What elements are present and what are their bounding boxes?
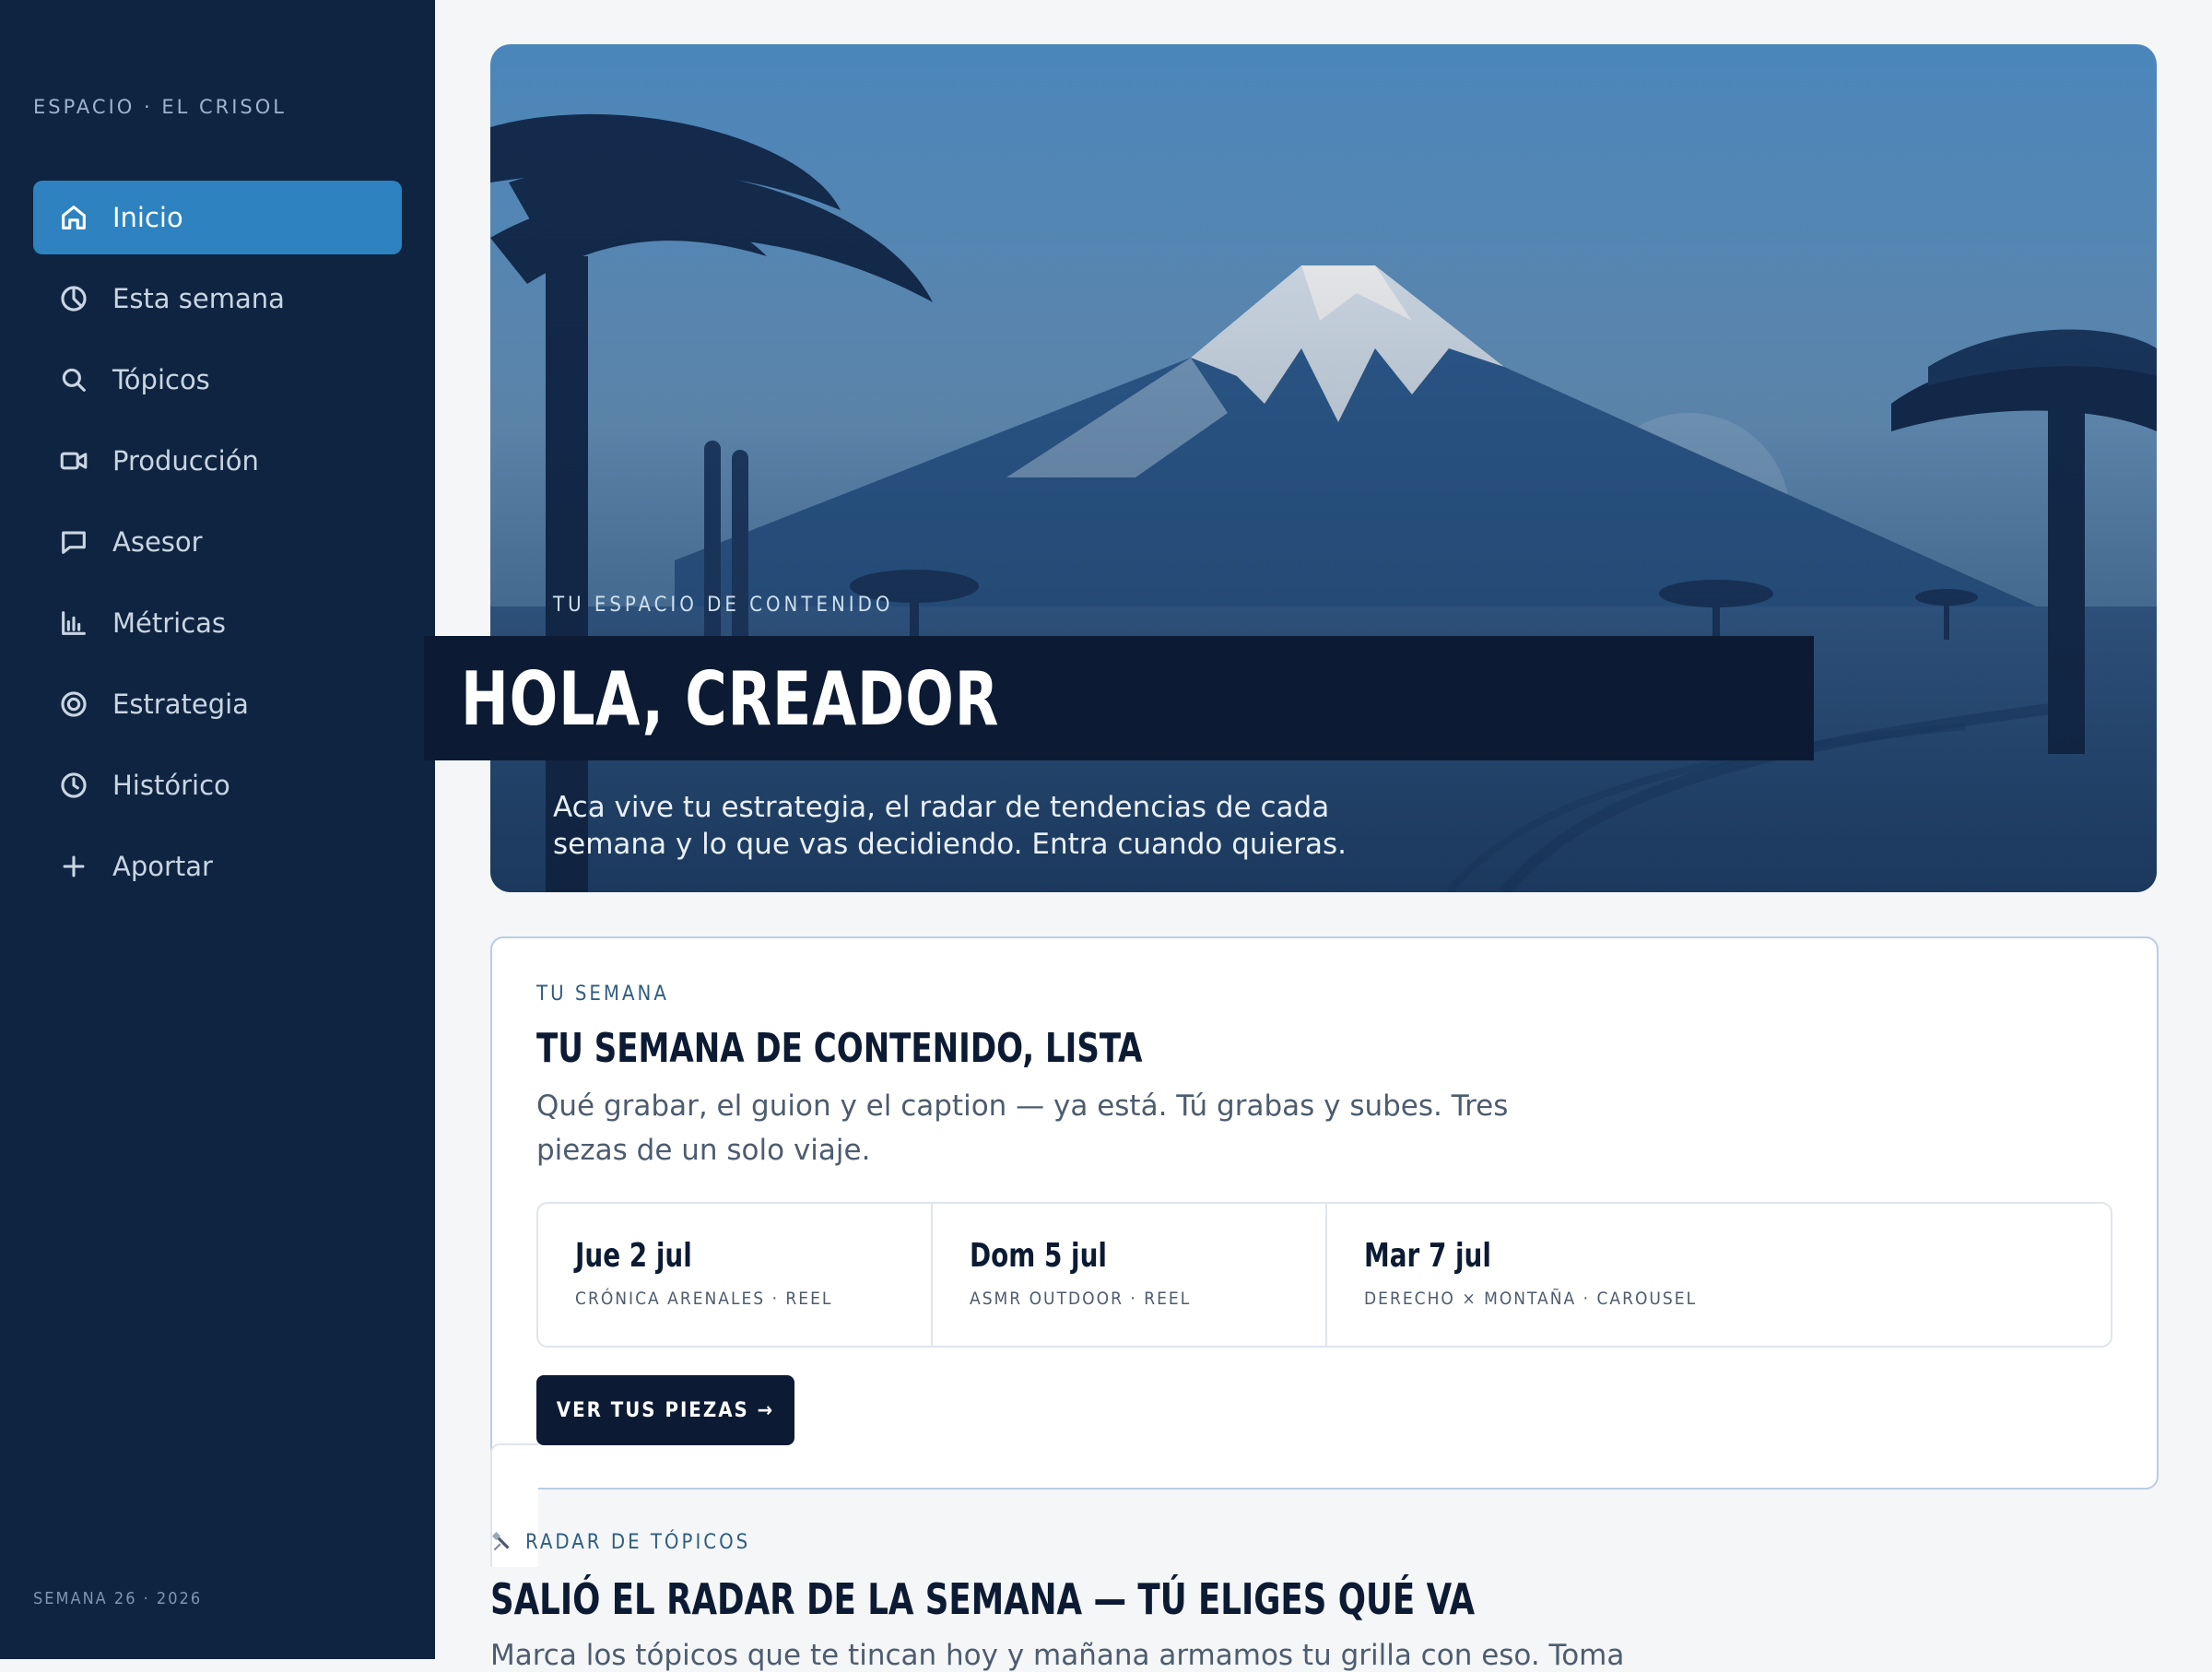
sidebar-item-label: Histórico xyxy=(112,770,230,801)
week-card-description: Qué grabar, el guion y el caption — ya e… xyxy=(536,1089,1509,1167)
sidebar-item-metricas[interactable]: Métricas xyxy=(33,586,402,660)
hero-title: HOLA, CREADOR xyxy=(461,656,1000,742)
target-icon xyxy=(53,684,94,724)
hero-banner: TU ESPACIO DE CONTENIDO Aca vive tu estr… xyxy=(490,44,2157,892)
hero-eyebrow: TU ESPACIO DE CONTENIDO xyxy=(553,594,894,617)
day-item[interactable]: Jue 2 jul CRÓNICA ARENALES · REEL xyxy=(538,1204,933,1346)
sidebar: ESPACIO · EL CRISOL Inicio Esta semana T… xyxy=(0,0,435,1659)
radar-eyebrow: RADAR DE TÓPICOS xyxy=(490,1530,750,1554)
chat-icon xyxy=(53,522,94,562)
day-item[interactable]: Dom 5 jul ASMR OUTDOOR · REEL xyxy=(933,1204,1327,1346)
sidebar-item-label: Estrategia xyxy=(112,689,249,720)
video-icon xyxy=(53,441,94,481)
satellite-icon xyxy=(491,1531,510,1551)
home-icon xyxy=(53,197,94,238)
plus-icon xyxy=(53,846,94,887)
sidebar-nav: Inicio Esta semana Tópicos Producción As… xyxy=(33,181,402,911)
sidebar-item-esta-semana[interactable]: Esta semana xyxy=(33,262,402,336)
sidebar-item-inicio[interactable]: Inicio xyxy=(33,181,402,254)
sidebar-item-asesor[interactable]: Asesor xyxy=(33,505,402,579)
pie-clock-icon xyxy=(53,278,94,319)
radar-eyebrow-label: RADAR DE TÓPICOS xyxy=(525,1530,751,1554)
sidebar-item-produccion[interactable]: Producción xyxy=(33,424,402,498)
sidebar-item-historico[interactable]: Histórico xyxy=(33,748,402,822)
day-date: Jue 2 jul xyxy=(575,1237,692,1275)
sidebar-item-label: Asesor xyxy=(112,526,203,558)
view-pieces-button[interactable]: VER TUS PIEZAS → xyxy=(536,1375,794,1445)
week-card: TU SEMANA TU SEMANA DE CONTENIDO, LISTA … xyxy=(490,936,2159,1489)
radar-description: Marca los tópicos que te tincan hoy y ma… xyxy=(490,1639,1625,1672)
sidebar-item-label: Producción xyxy=(112,445,259,477)
sidebar-item-estrategia[interactable]: Estrategia xyxy=(33,667,402,741)
week-card-title: TU SEMANA DE CONTENIDO, LISTA xyxy=(536,1025,1143,1072)
bar-chart-icon xyxy=(53,603,94,643)
day-list: Jue 2 jul CRÓNICA ARENALES · REEL Dom 5 … xyxy=(536,1202,2112,1348)
sidebar-item-label: Métricas xyxy=(112,607,227,639)
week-card-eyebrow: TU SEMANA xyxy=(536,983,669,1006)
search-icon xyxy=(53,359,94,400)
sidebar-item-aportar[interactable]: Aportar xyxy=(33,830,402,903)
sidebar-item-label: Inicio xyxy=(112,202,183,233)
sidebar-item-label: Tópicos xyxy=(112,364,210,395)
day-date: Dom 5 jul xyxy=(970,1237,1107,1275)
hero-subtitle: Aca vive tu estrategia, el radar de tend… xyxy=(553,791,1347,861)
day-meta: CRÓNICA ARENALES · REEL xyxy=(575,1289,833,1309)
sidebar-item-topicos[interactable]: Tópicos xyxy=(33,343,402,417)
radar-title: SALIÓ EL RADAR DE LA SEMANA — TÚ ELIGES … xyxy=(490,1574,1476,1624)
hero-illustration xyxy=(490,44,2157,892)
day-date: Mar 7 jul xyxy=(1364,1237,1491,1275)
week-indicator: SEMANA 26 · 2026 xyxy=(33,1589,203,1608)
day-meta: ASMR OUTDOOR · REEL xyxy=(970,1289,1192,1309)
clock-icon xyxy=(53,765,94,806)
brand-label: ESPACIO · EL CRISOL xyxy=(33,96,287,118)
day-item[interactable]: Mar 7 jul DERECHO × MONTAÑA · CAROUSEL xyxy=(1327,1204,2111,1346)
day-meta: DERECHO × MONTAÑA · CAROUSEL xyxy=(1364,1289,1698,1309)
sidebar-item-label: Esta semana xyxy=(112,283,285,314)
sidebar-item-label: Aportar xyxy=(112,851,213,882)
